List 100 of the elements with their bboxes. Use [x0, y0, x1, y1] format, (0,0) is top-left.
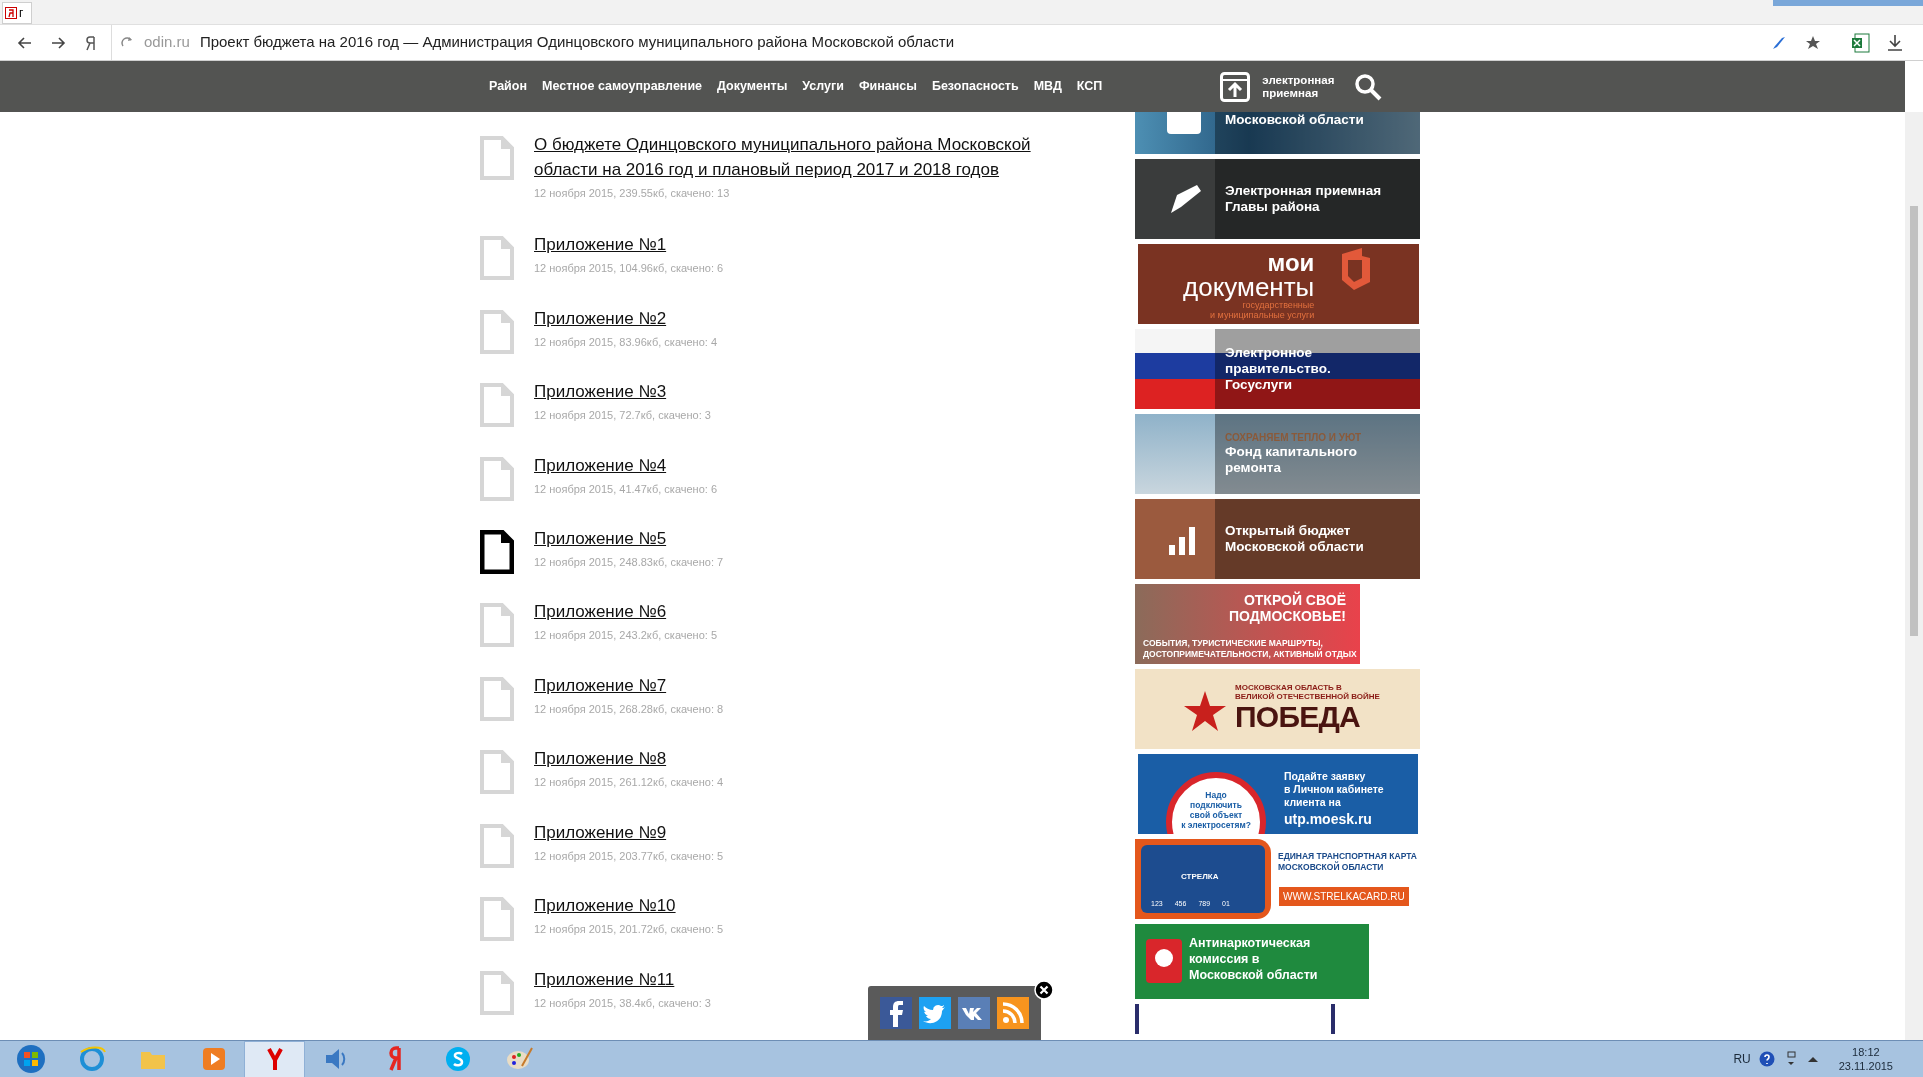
document-meta: 12 ноября 2015, 38.4кб, скачено: 3 — [534, 995, 711, 1011]
document-meta: 12 ноября 2015, 268.28кб, скачено: 8 — [534, 701, 724, 717]
banner[interactable]: Электронное правительство. Госуслуги — [1135, 329, 1420, 409]
document-link[interactable]: Приложение №9 — [534, 819, 724, 845]
banner[interactable]: Надо подключить свой объект к электросетям? Подайте заявку в Личном кабинете клиента на utp.moesk.ru — [1138, 754, 1418, 834]
spreadsheet-icon[interactable] — [1851, 32, 1871, 53]
banner[interactable]: Электронная приемная Главы района — [1135, 159, 1420, 239]
banner-text: Главы района — [1225, 199, 1321, 215]
document-link[interactable]: Приложение №10 — [534, 893, 724, 919]
banner[interactable]: ОТКРОЙ СВОЁ ПОДМОСКОВЬЕ! СОБЫТИЯ, ТУРИСТИЧЕСКИЕ МАРШРУТЫ, ДОСТОПРИМЕЧАТЕЛЬНОСТИ, АКТИВНЫЙ ОТДЫХ — [1135, 584, 1360, 664]
banner-text: и муниципальные услуги — [1210, 310, 1315, 320]
banner-text: ПОДМОСКОВЬЕ! — [1229, 608, 1346, 624]
website-label: WWW.STRELKACARD.RU — [1279, 887, 1409, 906]
tab-title: г — [19, 7, 24, 19]
banner[interactable]: СОХРАНЯЕМ ТЕПЛО И УЮТ Фонд капитального ремонта — [1135, 414, 1420, 494]
banner[interactable]: Антинаркотическая комиссия в Московской области — [1135, 924, 1369, 999]
document-meta: 12 ноября 2015, 243.2кб, скачено: 5 — [534, 628, 718, 644]
search-icon[interactable] — [1354, 72, 1383, 101]
banner-text: ремонта — [1225, 460, 1282, 476]
language-indicator[interactable]: RU — [1733, 1050, 1751, 1068]
banner-text: Открытый бюджет — [1225, 523, 1352, 539]
browser-tab[interactable]: г — [2, 2, 32, 24]
rss-icon[interactable] — [997, 997, 1029, 1029]
banner-text: правительство. — [1225, 361, 1332, 377]
clock[interactable]: 18:12 23.11.2015 — [1838, 1045, 1893, 1073]
twitter-icon[interactable] — [919, 997, 951, 1029]
banner-text: ОТКРОЙ СВОЁ — [1243, 592, 1346, 608]
document-link[interactable]: Приложение №1 — [534, 232, 724, 258]
banner[interactable]: Московской области — [1135, 112, 1420, 154]
banner-text: документы — [1183, 274, 1315, 300]
banner-text: МОСКОВСКАЯ ОБЛАСТЬ В — [1235, 683, 1343, 692]
banner-text: ЕДИНАЯ ТРАНСПОРТНАЯ КАРТА — [1278, 851, 1417, 861]
banner-text: Московской области — [1225, 539, 1365, 555]
banner-text: ПОБЕДА — [1235, 701, 1361, 733]
document-meta: 12 ноября 2015, 261.12кб, скачено: 4 — [534, 775, 724, 791]
document-meta: 12 ноября 2015, 41.47кб, скачено: 6 — [534, 481, 718, 497]
back-icon[interactable] — [17, 34, 33, 51]
banner[interactable]: мои документы государственные и муниципальные услуги — [1138, 244, 1419, 324]
document-meta: 12 ноября 2015, 83.96кб, скачено: 4 — [534, 334, 718, 350]
banner[interactable]: МОСКОВСКАЯ ОБЛАСТЬ В ВЕЛИКОЙ ОТЕЧЕСТВЕННОЙ ВОЙНЕ ПОБЕДА — [1135, 669, 1420, 749]
banner-text: ДОСТОПРИМЕЧАТЕЛЬНОСТИ, АКТИВНЫЙ ОТДЫХ — [1143, 649, 1357, 660]
nav-link[interactable]: Безопасность — [931, 77, 1019, 96]
banner-text: СОХРАНЯЕМ ТЕПЛО И УЮТ — [1225, 432, 1363, 444]
nav-link[interactable]: КСП — [1076, 77, 1103, 96]
nav-link[interactable]: Документы — [717, 77, 788, 96]
document-link[interactable]: О бюджете Одинцовского муниципального района Московской области на 2016 год и плановый период 2017 и 2018 годов — [534, 132, 1075, 182]
star-icon — [1183, 689, 1227, 733]
forward-icon[interactable] — [50, 34, 66, 51]
banner-text: подключить — [1190, 800, 1242, 810]
favicon-icon — [5, 7, 17, 19]
document-link[interactable]: Приложение №4 — [534, 452, 718, 478]
reception-link[interactable]: электронная приемная — [1262, 73, 1343, 100]
network-icon[interactable] — [1784, 1051, 1797, 1067]
document-link[interactable]: Приложение №6 — [534, 599, 718, 625]
upload-window-icon[interactable] — [1220, 71, 1251, 102]
banner-text: мои — [1267, 252, 1315, 274]
document-link[interactable]: Приложение №8 — [534, 746, 724, 772]
document-link[interactable]: Приложение №3 — [534, 379, 711, 405]
nav-link[interactable]: Услуги — [802, 77, 844, 96]
document-link[interactable]: Приложение №5 — [534, 526, 724, 552]
document-meta: 12 ноября 2015, 201.72кб, скачено: 5 — [534, 922, 724, 938]
banner-text: Электронная приемная — [1225, 183, 1383, 199]
banner-text: utp.moesk.ru — [1284, 810, 1373, 828]
banner-text: клиента на — [1284, 796, 1342, 809]
document-link[interactable]: Приложение №7 — [534, 672, 724, 698]
banner-text: свой объект — [1189, 810, 1243, 820]
nav-link[interactable]: Местное самоуправление — [542, 77, 703, 96]
banner-text: СОБЫТИЯ, ТУРИСТИЧЕСКИЕ МАРШРУТЫ, — [1143, 638, 1324, 649]
banner-text: ВЕЛИКОЙ ОТЕЧЕСТВЕННОЙ ВОЙНЕ — [1235, 692, 1380, 701]
banner-text: Московской области — [1225, 112, 1365, 128]
document-meta: 12 ноября 2015, 248.83кб, скачено: 7 — [534, 555, 724, 571]
start-button-icon[interactable] — [15, 1044, 46, 1074]
help-icon[interactable] — [1758, 1051, 1775, 1067]
banner-text: МОСКОВСКОЙ ОБЛАСТИ — [1278, 862, 1385, 873]
document-meta: 12 ноября 2015, 104.96кб, скачено: 6 — [534, 261, 724, 277]
banner-text: Надо — [1205, 790, 1227, 800]
facebook-icon[interactable] — [880, 997, 912, 1029]
nav-link[interactable]: Финансы — [858, 77, 917, 96]
document-meta: 12 ноября 2015, 203.77кб, скачено: 5 — [534, 848, 724, 864]
yandex-logo-icon[interactable] — [85, 34, 97, 51]
banner-text: Московской области — [1189, 967, 1318, 983]
download-icon[interactable] — [1887, 33, 1903, 52]
banner-text: Антинаркотическая — [1189, 935, 1312, 951]
scrollbar[interactable] — [1905, 112, 1923, 1040]
address-field[interactable]: odin.ru Проект бюджета на 2016 год — Администрация Одинцовского муниципального района Московской области — [144, 31, 955, 54]
banner-text: в Личном кабинете — [1284, 783, 1384, 796]
banner-text: к электросетям? — [1181, 820, 1251, 830]
close-icon[interactable] — [1034, 980, 1054, 1000]
document-icon[interactable] — [480, 530, 514, 575]
banner-text: Электронное — [1225, 345, 1314, 361]
nav-link[interactable]: Район — [489, 77, 527, 96]
document-link[interactable]: Приложение №11 — [534, 966, 711, 992]
nav-link[interactable]: МВД — [1033, 77, 1062, 96]
banner[interactable]: Открытый бюджет Московской области — [1135, 499, 1420, 579]
star-icon[interactable] — [1805, 34, 1821, 51]
banner-text: комиссия в — [1189, 951, 1261, 967]
document-meta: 12 ноября 2015, 239.55кб, скачено: 13 — [534, 186, 730, 201]
vk-icon[interactable] — [958, 997, 990, 1029]
expand-tray-icon[interactable] — [1806, 1054, 1819, 1064]
document-link[interactable]: Приложение №2 — [534, 305, 718, 331]
